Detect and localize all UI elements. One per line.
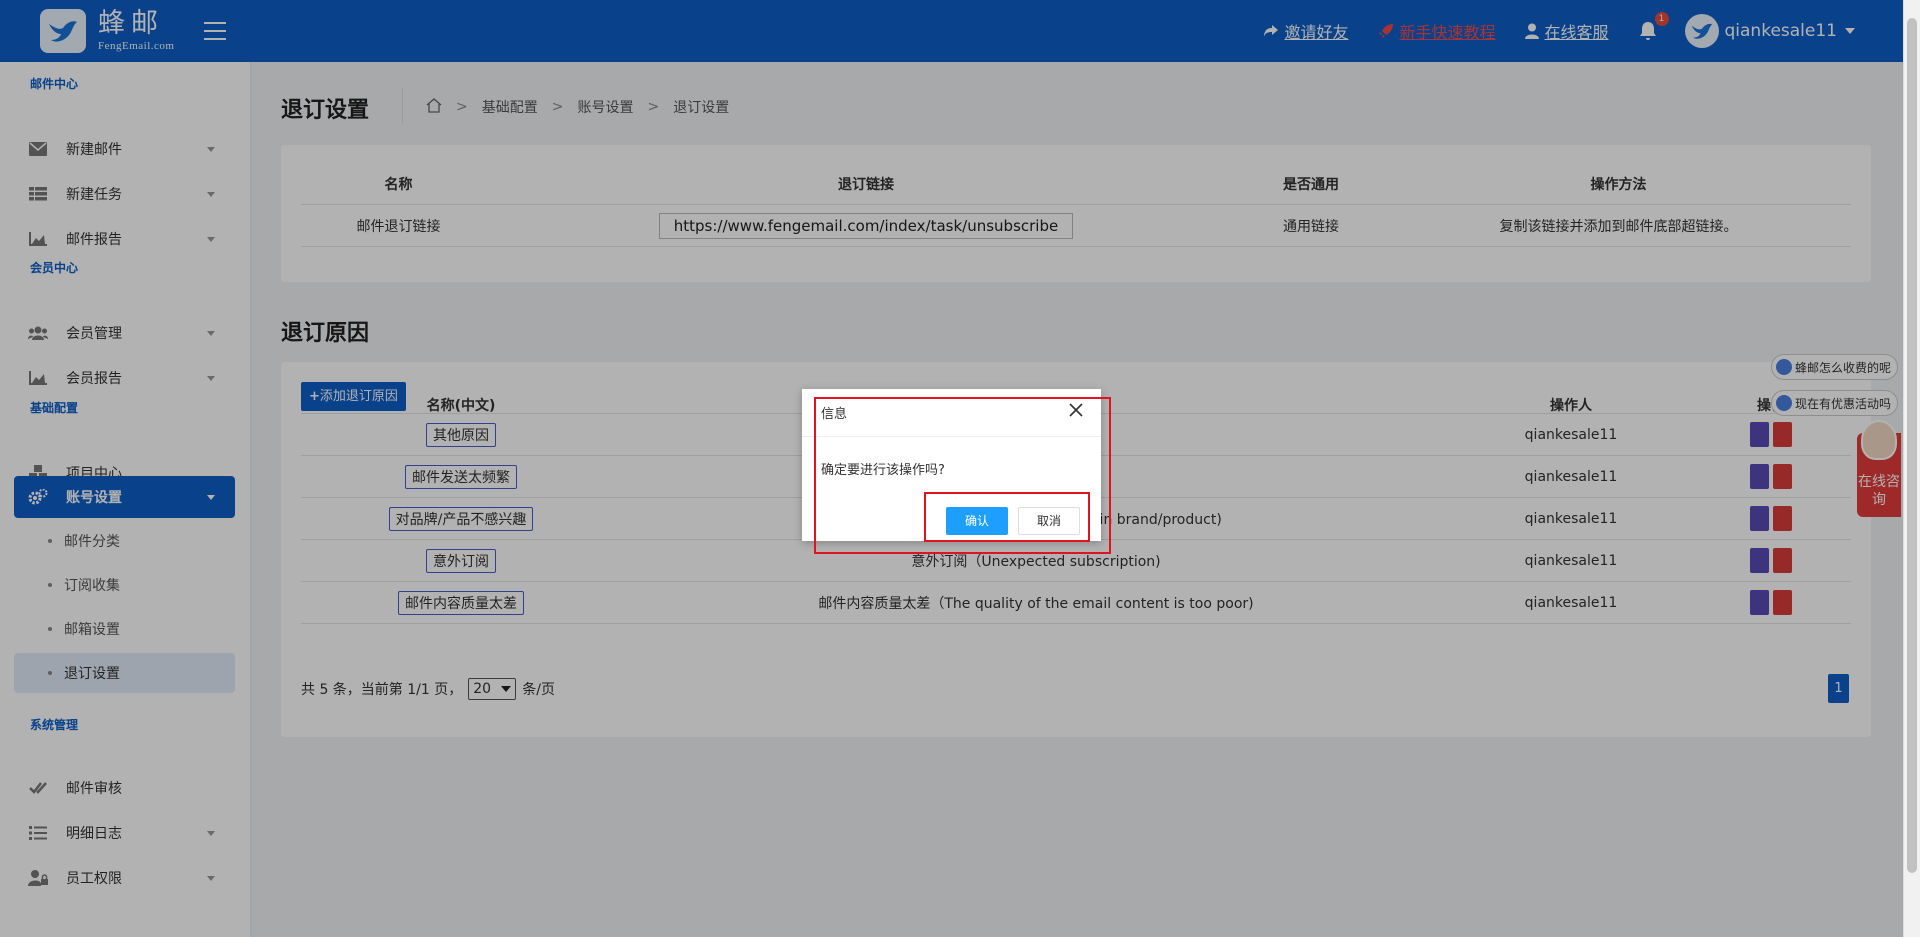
confirm-button[interactable]: 确认 (946, 507, 1008, 535)
dialog-header: 信息 (802, 389, 1101, 437)
cancel-button[interactable]: 取消 (1018, 507, 1080, 535)
dialog-title: 信息 (821, 407, 848, 422)
page-scrollbar[interactable] (1903, 0, 1920, 937)
confirm-dialog: 信息 确定要进行该操作吗? 确认 取消 (802, 389, 1101, 541)
close-icon[interactable] (1069, 403, 1087, 421)
dialog-buttons: 确认 取消 (946, 507, 1080, 535)
dialog-message: 确定要进行该操作吗? (821, 463, 945, 478)
scroll-thumb[interactable] (1907, 18, 1917, 873)
